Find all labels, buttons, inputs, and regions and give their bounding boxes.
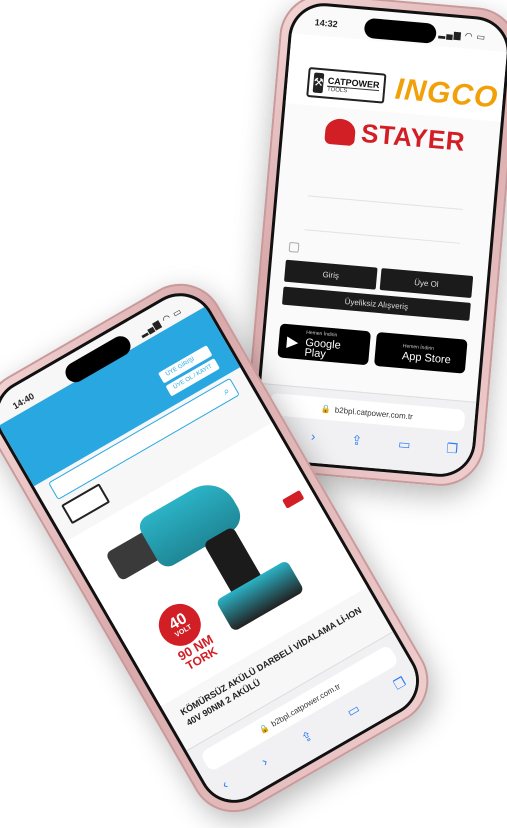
search-icon: ⌕ xyxy=(221,385,232,398)
forward-arrow-icon[interactable]: › xyxy=(259,754,271,770)
tabs-icon[interactable]: ❐ xyxy=(446,440,459,457)
register-button[interactable]: Üye Ol xyxy=(379,268,474,299)
share-icon[interactable]: ⇪ xyxy=(351,432,363,449)
catpower-mark-icon: ⚒ xyxy=(312,72,325,94)
address-bar[interactable]: 🔒 b2bpl.catpower.com.tr xyxy=(268,392,466,432)
bookmarks-icon[interactable]: ▭ xyxy=(344,701,363,721)
stayer-logo: STAYER xyxy=(324,115,466,158)
lock-icon: 🔒 xyxy=(257,722,271,736)
app-store-badge[interactable]: Hemen İndirin App Store xyxy=(374,331,468,374)
google-play-label: Google Play xyxy=(303,336,342,361)
back-arrow-icon[interactable]: ‹ xyxy=(219,777,231,793)
google-play-icon: ▶ xyxy=(286,333,300,352)
login-screen: 14:32 ▂▄▆ ◠ ▭ ⚒ CATPOWER TOOLS INGCO STA… xyxy=(254,3,507,477)
phone-bezel: 14:32 ▂▄▆ ◠ ▭ ⚒ CATPOWER TOOLS INGCO STA… xyxy=(251,0,507,480)
share-icon[interactable]: ⇪ xyxy=(299,727,316,746)
app-store-badges: ▶ Hemen İndirin Google Play Hemen İndiri… xyxy=(277,323,468,374)
checkbox-icon xyxy=(288,241,300,253)
stayer-badge-icon xyxy=(324,117,357,146)
bookmarks-icon[interactable]: ▭ xyxy=(397,436,412,453)
username-field[interactable] xyxy=(307,195,464,210)
stayer-logo-text: STAYER xyxy=(359,117,467,157)
google-play-badge[interactable]: ▶ Hemen İndirin Google Play xyxy=(277,323,371,366)
battery-tag xyxy=(282,490,305,509)
lock-icon: 🔒 xyxy=(320,403,332,414)
forward-arrow-icon[interactable]: › xyxy=(310,429,316,445)
status-time: 14:32 xyxy=(314,17,339,30)
remember-me-checkbox[interactable] xyxy=(288,241,300,253)
signal-wifi-battery-icon: ▂▄▆ ◠ ▭ xyxy=(438,27,487,42)
address-text: b2bpl.catpower.com.tr xyxy=(334,405,414,421)
app-store-label: App Store xyxy=(401,350,452,367)
password-field[interactable] xyxy=(304,229,461,244)
apple-icon xyxy=(381,349,397,350)
tabs-icon[interactable]: ❐ xyxy=(391,674,409,694)
login-button[interactable]: Giriş xyxy=(283,259,378,290)
